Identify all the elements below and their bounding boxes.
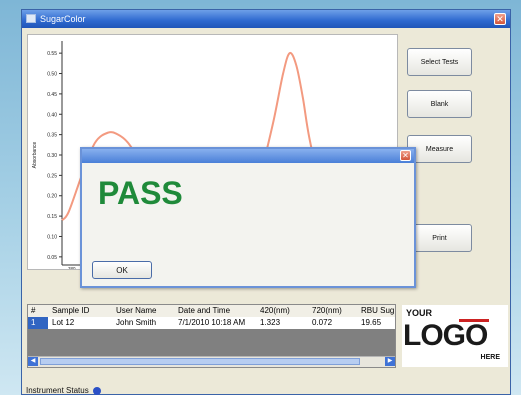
y-tick-label: 0.50 [47,72,57,78]
dialog-close-icon[interactable]: ✕ [400,150,411,161]
y-tick-label: 0.20 [47,194,57,200]
column-header: Sample ID [52,306,90,315]
y-tick-label: 0.30 [47,153,57,159]
print-button[interactable]: Print [407,224,472,252]
column-header: User Name [116,306,157,315]
pass-message: PASS [98,175,183,211]
select-tests-button[interactable]: Select Tests [407,48,472,76]
scroll-right-icon[interactable]: ▶ [385,357,395,366]
x-tick-label: 380 [68,266,76,269]
result-dialog: ✕ PASS OK [80,147,416,288]
cell-user-name: John Smith [116,318,157,327]
scrollbar-thumb[interactable] [40,358,360,365]
title-bar: SugarColor ✕ [22,10,510,28]
scroll-left-icon[interactable]: ◀ [28,357,38,366]
logo-top-text: YOUR [406,308,433,318]
y-tick-label: 0.35 [47,133,57,139]
y-tick-label: 0.40 [47,112,57,118]
ok-button[interactable]: OK [92,261,152,279]
blank-button[interactable]: Blank [407,90,472,118]
row-index: 1 [28,317,48,329]
y-tick-label: 0.15 [47,214,57,220]
results-table[interactable]: # Sample ID User Name Date and Time 420(… [27,304,396,368]
measure-button[interactable]: Measure [407,135,472,163]
y-tick-label: 0.10 [47,234,57,240]
horizontal-scrollbar[interactable]: ◀ ▶ [28,356,395,367]
cell-sample-id: Lot 12 [52,318,75,327]
table-row[interactable]: 1 Lot 12 John Smith 7/1/2010 10:18 AM 1.… [28,317,395,329]
cell-720nm: 0.072 [312,318,333,327]
y-tick-label: 0.45 [47,92,57,98]
company-logo: YOUR LOGO HERE [402,305,508,367]
column-header: Date and Time [178,306,231,315]
instrument-status: Instrument Status [26,386,101,395]
y-tick-label: 0.55 [47,51,57,57]
cell-date-time: 7/1/2010 10:18 AM [178,318,246,327]
column-header: # [31,306,36,315]
y-tick-label: 0.05 [47,255,57,261]
dialog-title-bar: ✕ [82,149,414,163]
column-header: 720(nm) [312,306,342,315]
status-indicator-icon [92,386,101,395]
y-axis-title: Absorbance [32,141,38,168]
cell-420nm: 1.323 [260,318,281,327]
column-header: 420(nm) [260,306,290,315]
app-icon [26,14,36,23]
logo-main-text: LOGO [403,319,488,352]
status-label: Instrument Status [26,386,89,395]
y-tick-label: 0.25 [47,173,57,179]
cell-rbu-sugar: 19.65 [361,318,382,327]
column-header: RBU Sug [361,306,395,315]
logo-bottom-text: HERE [480,354,500,361]
window-title: SugarColor [40,14,86,24]
close-icon[interactable]: ✕ [494,13,506,25]
